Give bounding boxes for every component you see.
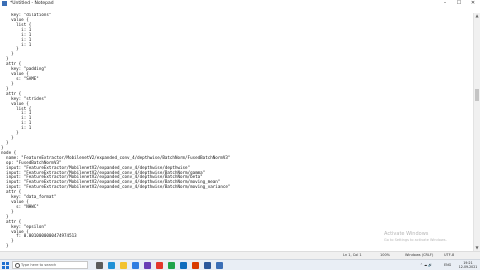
taskbar-search-input[interactable]: Type here to search (12, 261, 88, 269)
taskbar-app-icon[interactable] (144, 262, 151, 269)
taskbar-clock[interactable]: 19:21 12-09-2021 (457, 260, 479, 270)
editor-content[interactable]: key: "dilations" value { list { i: 1 i: … (0, 13, 473, 249)
taskbar-app-icon[interactable] (192, 262, 199, 269)
vertical-scrollbar[interactable]: ▲ ▼ (473, 13, 480, 251)
notepad-icon (2, 1, 7, 6)
scroll-up-arrow-icon[interactable]: ▲ (474, 13, 480, 19)
taskbar: Type here to search ⌃ ☁ 🔊 ENG 19:21 12-0… (0, 259, 480, 270)
clock-date: 12-09-2021 (458, 265, 478, 270)
zoom-level: 100% (380, 253, 391, 257)
taskbar-app-icon[interactable] (96, 262, 103, 269)
tray-icons[interactable]: ⌃ ☁ 🔊 (420, 260, 433, 270)
search-placeholder: Type here to search (21, 263, 57, 267)
text-editor[interactable]: key: "dilations" value { list { i: 1 i: … (0, 13, 473, 251)
taskbar-app-icon[interactable] (180, 262, 187, 269)
title-bar: *Untitled - Notepad – ☐ ✕ (0, 0, 480, 7)
activation-watermark: Activate Windows Go to Settings to activ… (384, 231, 447, 243)
search-icon (15, 263, 20, 268)
taskbar-app-icon[interactable] (120, 262, 127, 269)
maximize-button[interactable]: ☐ (452, 0, 466, 7)
windows-start-icon[interactable] (2, 262, 9, 269)
taskbar-app-icon[interactable] (108, 262, 115, 269)
line-endings: Windows (CRLF) (405, 253, 434, 257)
taskbar-app-icon[interactable] (156, 262, 163, 269)
taskbar-app-icon[interactable] (216, 262, 223, 269)
cursor-position: Ln 1, Col 1 (343, 253, 362, 257)
close-button[interactable]: ✕ (466, 0, 480, 7)
taskbar-app-icon[interactable] (132, 262, 139, 269)
activation-subtitle: Go to Settings to activate Windows. (384, 238, 447, 242)
encoding: UTF-8 (444, 253, 455, 257)
window-title: *Untitled - Notepad (10, 1, 54, 6)
status-bar: Ln 1, Col 1 100% Windows (CRLF) UTF-8 (0, 251, 480, 259)
minimize-button[interactable]: – (438, 0, 452, 7)
taskbar-app-icon[interactable] (168, 262, 175, 269)
taskbar-app-icon[interactable] (204, 262, 211, 269)
language-indicator[interactable]: ENG (444, 260, 451, 270)
scrollbar-thumb[interactable] (475, 89, 479, 101)
